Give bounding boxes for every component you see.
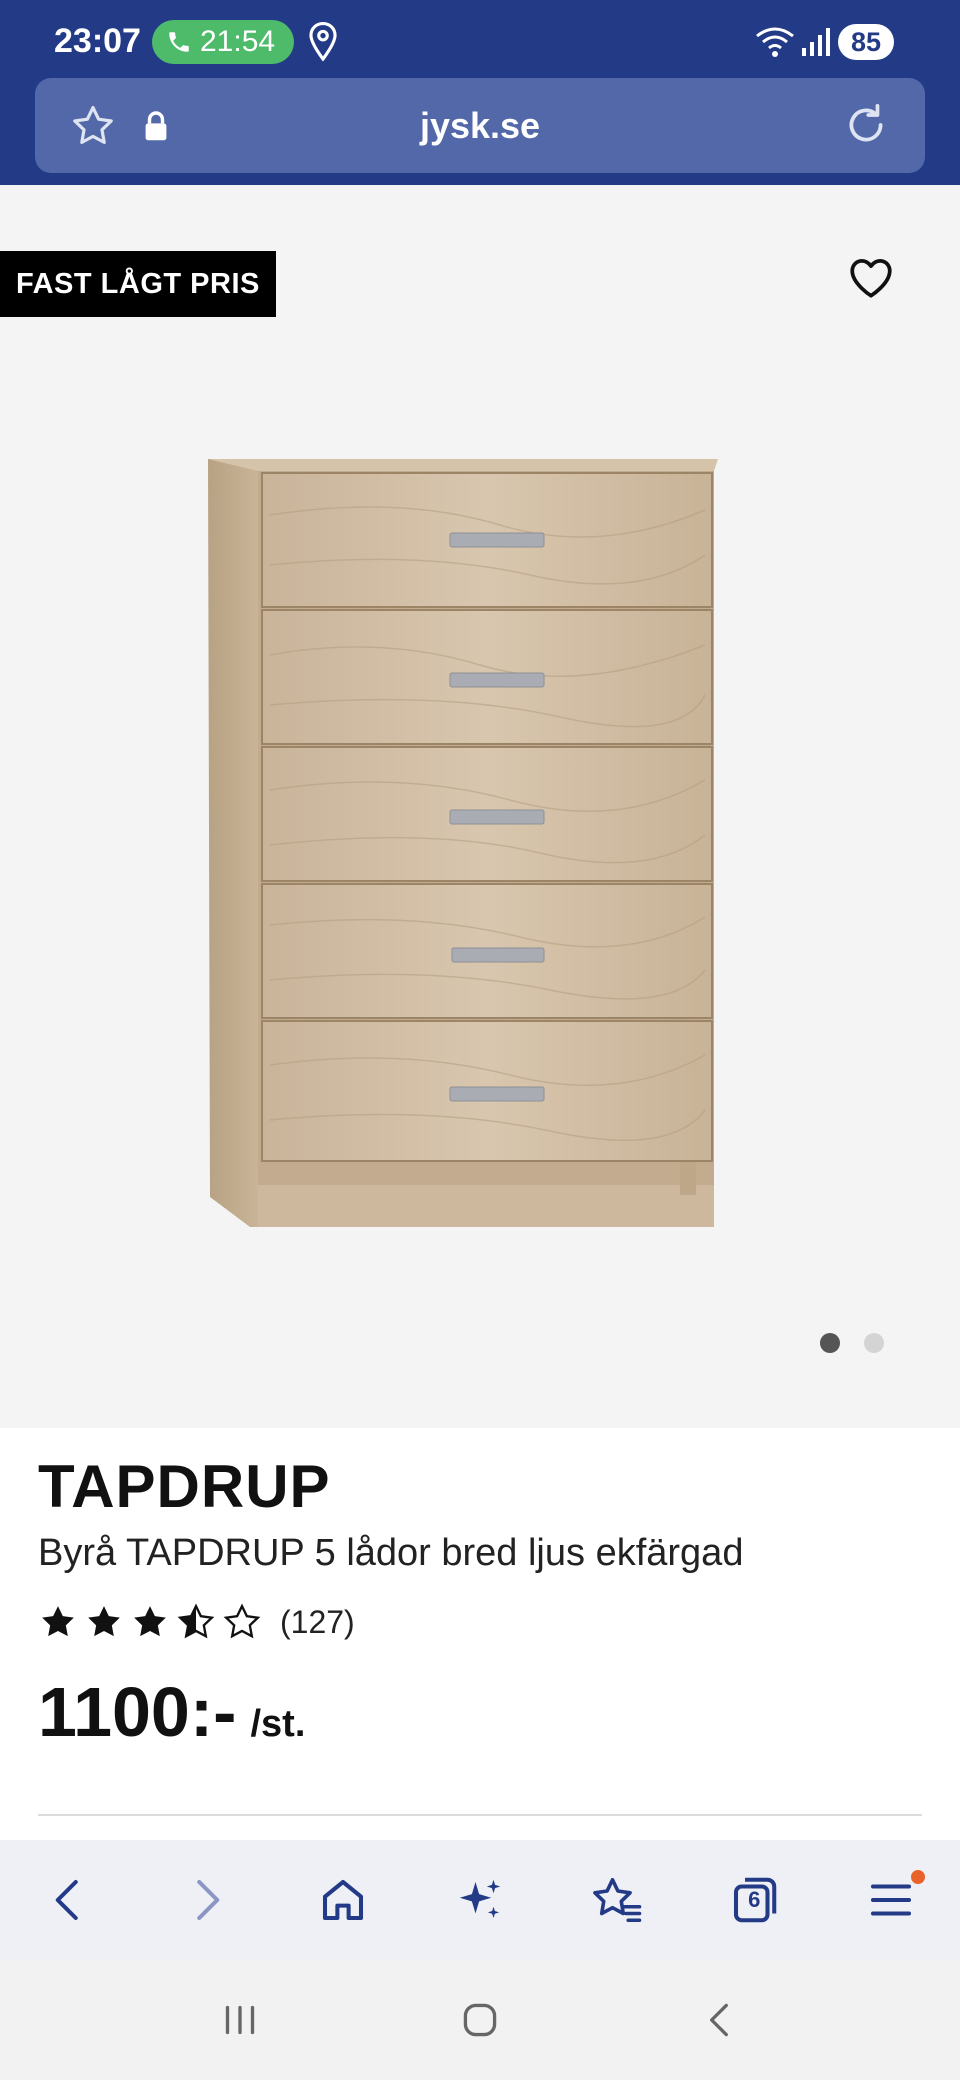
reload-icon[interactable] — [841, 100, 891, 150]
product-image[interactable] — [200, 455, 730, 1235]
location-icon — [309, 22, 337, 62]
ongoing-call-pill[interactable]: 21:54 — [152, 20, 294, 64]
product-rating[interactable]: (127) — [38, 1602, 355, 1642]
home-circle-icon — [463, 2003, 497, 2037]
star-filled-icon — [134, 1606, 166, 1637]
price-row: 1100:- /st. — [38, 1672, 305, 1752]
menu-button[interactable] — [851, 1860, 931, 1940]
address-bar[interactable]: jysk.se — [35, 78, 925, 173]
back-button[interactable] — [29, 1860, 109, 1940]
forward-button[interactable] — [166, 1860, 246, 1940]
heart-icon[interactable] — [846, 253, 896, 303]
browser-top-chrome: 23:07 21:54 85 jysk.se — [0, 0, 960, 185]
back-arrow-icon — [55, 1879, 78, 1921]
divider — [38, 1814, 922, 1816]
url-text[interactable]: jysk.se — [35, 78, 925, 173]
back-nav-button[interactable] — [675, 1980, 765, 2060]
tabs-button[interactable]: 6 — [714, 1860, 794, 1940]
star-empty-icon — [223, 1603, 261, 1639]
home-button[interactable] — [303, 1860, 383, 1940]
call-duration: 21:54 — [200, 25, 276, 58]
tab-count: 6 — [748, 1887, 761, 1912]
forward-arrow-icon — [196, 1879, 219, 1921]
product-price: 1100:- — [38, 1673, 237, 1751]
home-icon — [322, 1879, 363, 1921]
bookmarks-button[interactable] — [577, 1860, 657, 1940]
product-info: TAPDRUP Byrå TAPDRUP 5 lådor bred ljus e… — [0, 1428, 960, 1840]
battery-indicator: 85 — [838, 24, 894, 60]
price-badge: FAST LÅGT PRIS — [0, 251, 276, 317]
signal-icon — [802, 28, 830, 56]
product-description: Byrå TAPDRUP 5 lådor bred ljus ekfärgad — [38, 1532, 744, 1574]
star-filled-icon — [88, 1606, 120, 1637]
back-icon — [710, 2003, 728, 2037]
pagination-dot-1[interactable] — [820, 1333, 840, 1353]
rating-count[interactable]: (127) — [280, 1604, 355, 1641]
star-filled-icon — [42, 1606, 74, 1637]
product-image-gallery[interactable]: FAST LÅGT PRIS — [0, 185, 960, 1428]
product-brand: TAPDRUP — [38, 1453, 331, 1520]
price-unit: /st. — [250, 1703, 306, 1745]
pagination-dot-2[interactable] — [864, 1333, 884, 1353]
star-half-icon — [177, 1603, 215, 1639]
image-pagination — [820, 1333, 884, 1353]
phone-icon — [169, 32, 189, 52]
recents-button[interactable] — [195, 1980, 285, 2060]
home-nav-button[interactable] — [435, 1980, 525, 2060]
status-bar: 23:07 21:54 85 — [0, 0, 960, 80]
system-nav-bar — [0, 1960, 960, 2080]
notification-dot — [911, 1870, 926, 1884]
status-time: 23:07 — [54, 22, 141, 60]
recents-icon — [225, 2005, 255, 2035]
browser-toolbar: 6 — [0, 1840, 960, 1960]
wifi-icon — [756, 27, 794, 57]
sparkle-icon — [459, 1879, 501, 1918]
ai-assistant-button[interactable] — [440, 1860, 520, 1940]
menu-icon — [871, 1884, 912, 1916]
bookmarks-icon — [593, 1877, 642, 1923]
